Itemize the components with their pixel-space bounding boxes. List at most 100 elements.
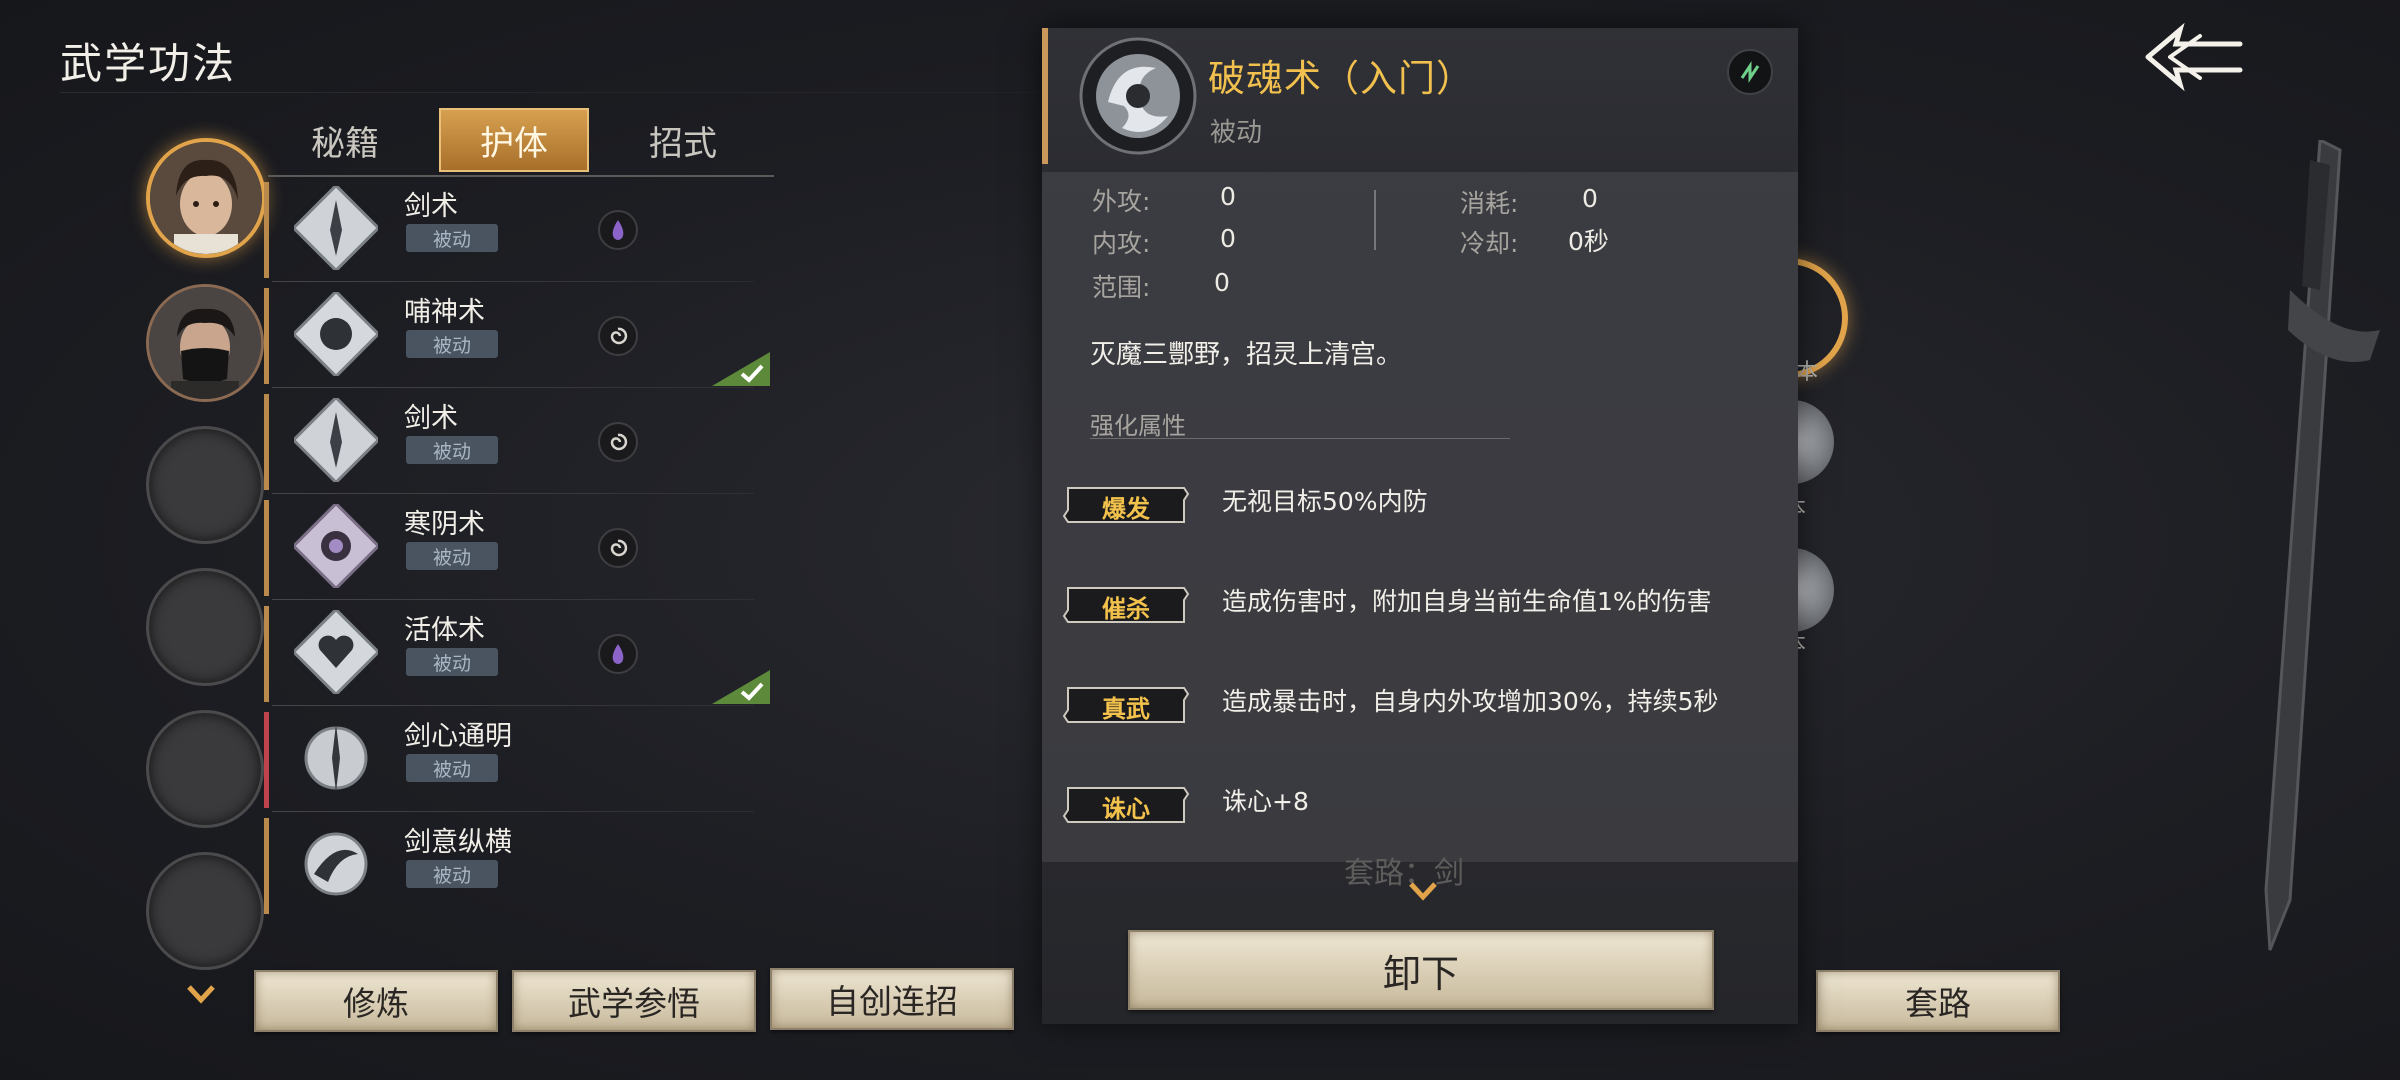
skill-name: 剑术 <box>404 191 458 222</box>
list-item[interactable]: 剑心通明 被动 <box>264 708 754 812</box>
tab-body-protection[interactable]: 护体 <box>439 108 589 172</box>
stat-value-outer-attack: 0 <box>1220 182 1236 211</box>
row-divider <box>272 705 754 706</box>
sword-skill-icon <box>291 395 381 485</box>
tab-secret-books[interactable]: 秘籍 <box>270 108 420 172</box>
element-swirl-icon[interactable] <box>1726 48 1774 96</box>
avatar-character-1[interactable] <box>146 138 266 258</box>
stat-label-cost: 消耗: <box>1460 189 1519 218</box>
cultivate-button[interactable]: 修炼 <box>254 970 498 1032</box>
avatar-empty-slot[interactable] <box>146 426 264 544</box>
row-divider <box>272 811 754 812</box>
soul-break-skill-icon <box>1078 36 1198 156</box>
section-divider <box>1090 438 1510 439</box>
passive-badge: 被动 <box>406 436 498 464</box>
stat-value-range: 0 <box>1214 268 1230 297</box>
sword-intent-skill-icon <box>294 822 378 906</box>
row-accent <box>264 500 269 596</box>
stat-label-inner-attack: 内攻: <box>1092 229 1151 258</box>
avatar-empty-slot[interactable] <box>146 568 264 686</box>
swirl-icon <box>598 422 638 462</box>
attribute-tag-label: 爆发 <box>1102 493 1150 523</box>
passive-badge: 被动 <box>406 330 498 358</box>
sword-skill-icon <box>291 183 381 273</box>
header-accent <box>1042 28 1048 164</box>
row-accent <box>264 182 269 278</box>
attribute-text: 诛心+8 <box>1222 787 1309 816</box>
avatar-empty-slot[interactable] <box>146 852 264 970</box>
passive-badge: 被动 <box>406 542 498 570</box>
skill-title: 破魂术（入门） <box>1208 57 1474 100</box>
custom-combo-button[interactable]: 自创连招 <box>770 968 1014 1030</box>
chevron-down-icon[interactable] <box>186 983 216 1005</box>
skill-name: 剑意纵横 <box>404 827 512 858</box>
row-divider <box>272 281 754 282</box>
passive-badge: 被动 <box>406 648 498 676</box>
list-item[interactable]: 哺神术 被动 <box>264 284 770 388</box>
combo-hint: 套路：剑 <box>1344 856 1464 891</box>
swirl-icon <box>598 528 638 568</box>
back-arrow-icon[interactable] <box>2140 22 2250 92</box>
list-item[interactable]: 活体术 被动 <box>264 602 770 706</box>
tab-moves[interactable]: 招式 <box>608 108 758 172</box>
row-divider <box>272 493 754 494</box>
passive-badge: 被动 <box>406 754 498 782</box>
beast-skill-icon <box>291 289 381 379</box>
attribute-text: 造成暴击时，自身内外攻增加30%，持续5秒 <box>1222 687 1719 716</box>
list-item[interactable]: 剑术 被动 <box>264 178 754 282</box>
row-accent <box>264 606 269 702</box>
equipped-check-icon <box>712 352 770 386</box>
list-item[interactable]: 剑术 被动 <box>264 390 754 494</box>
passive-badge: 被动 <box>406 860 498 888</box>
comprehend-button[interactable]: 武学参悟 <box>512 970 756 1032</box>
sword-decoration-icon <box>2170 137 2390 990</box>
stat-value-cooldown: 0秒 <box>1568 227 1609 256</box>
heart-skill-icon <box>291 607 381 697</box>
sword-heart-skill-icon <box>294 716 378 800</box>
cold-yin-skill-icon <box>291 501 381 591</box>
skill-name: 剑心通明 <box>404 721 512 752</box>
stat-value-inner-attack: 0 <box>1220 224 1236 253</box>
attribute-tag-label: 真武 <box>1102 693 1150 723</box>
page-title: 武学功法 <box>60 39 237 88</box>
routine-button[interactable]: 套路 <box>1816 970 2060 1032</box>
enhance-section-title: 强化属性 <box>1090 412 1186 440</box>
avatar-empty-slot[interactable] <box>146 710 264 828</box>
attribute-tag-label: 诛心 <box>1102 793 1150 823</box>
stat-label-cooldown: 冷却: <box>1460 229 1519 258</box>
purple-drop-icon <box>598 634 638 674</box>
attribute-tag: 真武 <box>1062 686 1190 726</box>
skill-type: 被动 <box>1210 118 1263 148</box>
attribute-tag: 诛心 <box>1062 786 1190 826</box>
attribute-text: 无视目标50%内防 <box>1222 487 1428 516</box>
attribute-text: 造成伤害时，附加自身当前生命值1%的伤害 <box>1222 587 1712 616</box>
skill-description: 灭魔三酆野，招灵上清宫。 <box>1090 340 1403 370</box>
stat-label-outer-attack: 外攻: <box>1092 187 1151 216</box>
attribute-tag-label: 催杀 <box>1102 593 1150 623</box>
passive-badge: 被动 <box>406 224 498 252</box>
purple-drop-icon <box>598 210 638 250</box>
stat-label-range: 范围: <box>1092 273 1151 302</box>
swirl-icon <box>598 316 638 356</box>
skill-name: 寒阴术 <box>404 509 485 540</box>
list-item[interactable]: 剑意纵横 被动 <box>264 814 754 918</box>
equipped-check-icon <box>712 670 770 704</box>
stat-value-cost: 0 <box>1582 184 1598 213</box>
unequip-button[interactable]: 卸下 <box>1128 930 1714 1010</box>
avatar-character-2[interactable] <box>146 284 264 402</box>
skill-name: 活体术 <box>404 615 485 646</box>
row-accent <box>264 394 269 490</box>
slot-label: 本 <box>1796 360 1819 385</box>
row-accent <box>264 288 269 384</box>
list-item[interactable]: 寒阴术 被动 <box>264 496 754 600</box>
skill-name: 哺神术 <box>404 297 485 328</box>
attribute-tag: 爆发 <box>1062 486 1190 526</box>
row-accent <box>264 818 269 914</box>
skill-name: 剑术 <box>404 403 458 434</box>
attribute-tag: 催杀 <box>1062 586 1190 626</box>
row-accent <box>264 712 269 808</box>
row-divider <box>272 599 754 600</box>
tabs-divider <box>268 175 774 177</box>
title-divider <box>60 92 1040 93</box>
chevron-down-icon[interactable] <box>1408 880 1438 902</box>
